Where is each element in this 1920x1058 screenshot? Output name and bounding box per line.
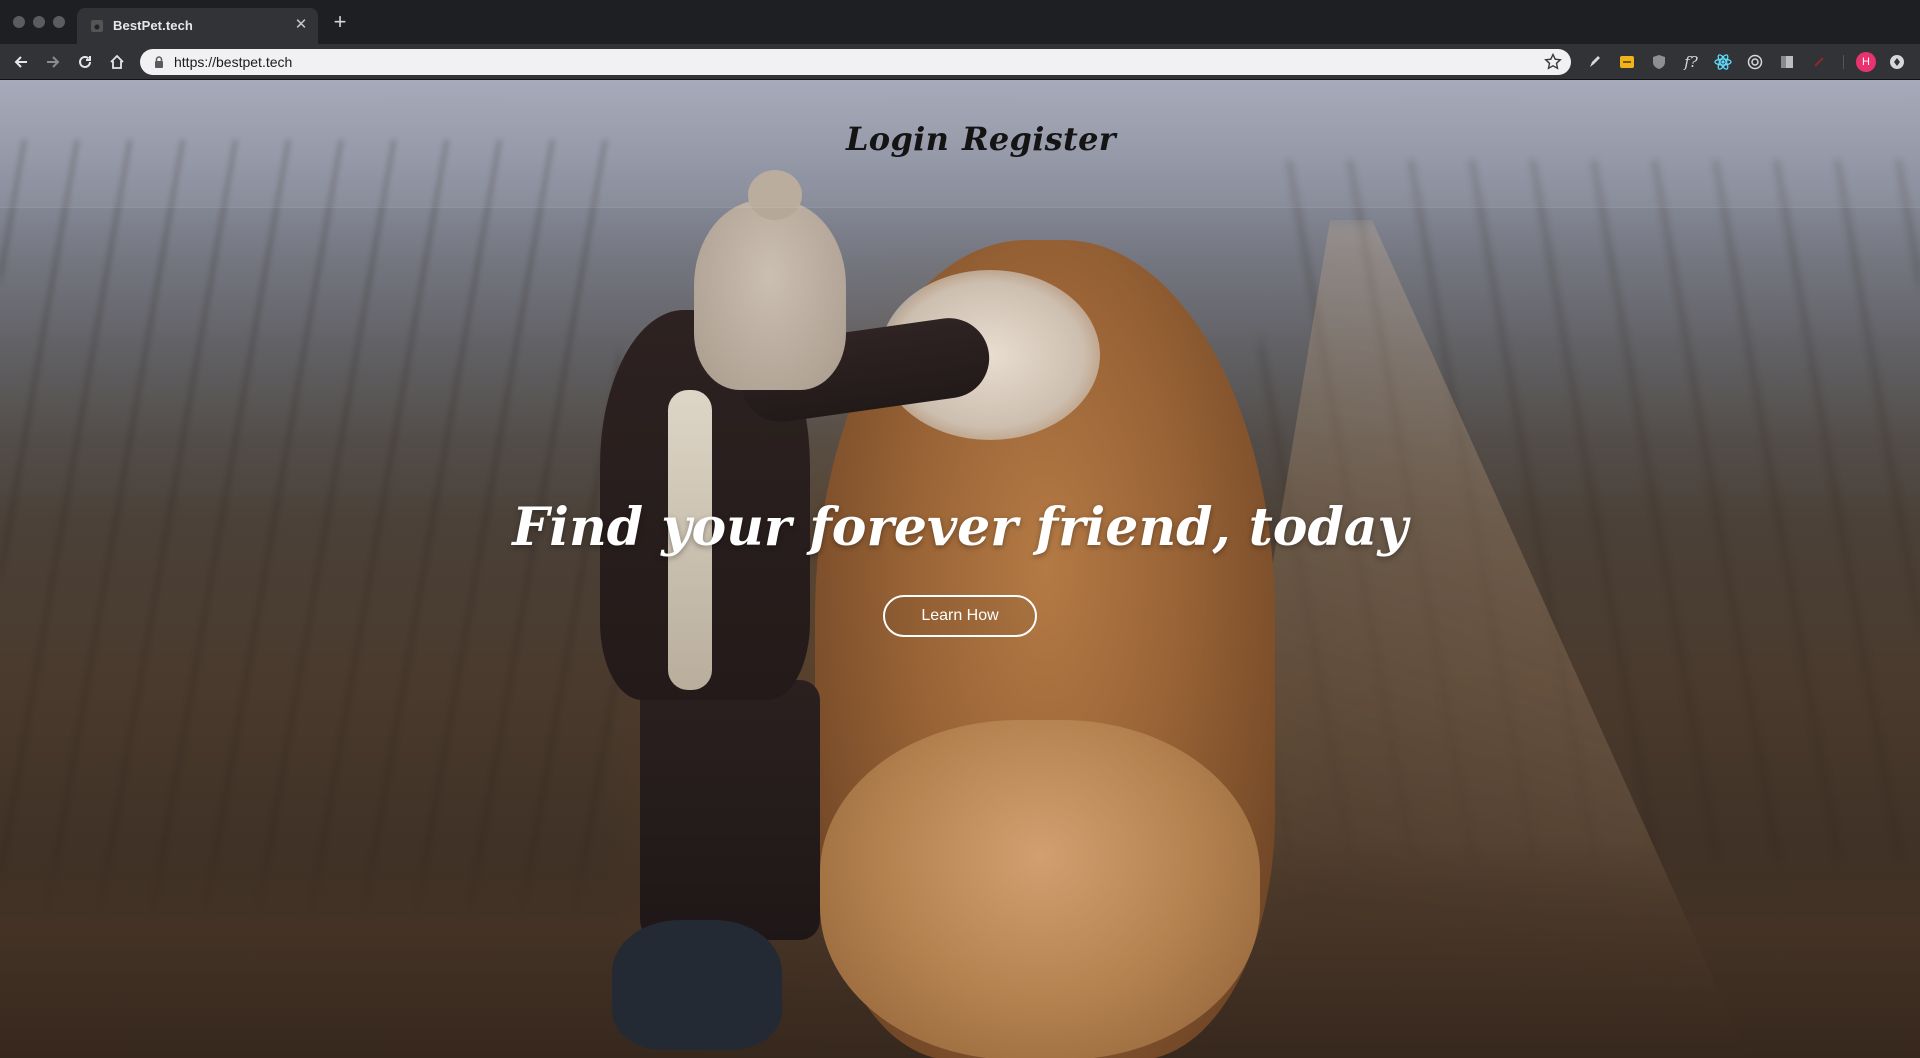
close-tab-icon[interactable]: ✕	[292, 16, 310, 34]
lock-icon	[155, 56, 163, 68]
new-tab-button[interactable]: +	[330, 11, 350, 33]
red-extension-icon[interactable]	[1810, 53, 1828, 71]
target-extension-icon[interactable]	[1746, 53, 1764, 71]
reload-button[interactable]	[73, 50, 97, 74]
hero-title: Find your forever friend, today	[512, 497, 1408, 558]
login-link[interactable]: Login	[846, 120, 949, 158]
profile-avatar[interactable]: H	[1856, 52, 1876, 72]
toolbar-divider	[1843, 55, 1844, 69]
minimize-window-button[interactable]	[33, 16, 45, 28]
browser-tab[interactable]: BestPet.tech ✕	[77, 8, 318, 44]
close-window-button[interactable]	[13, 16, 25, 28]
pen-extension-icon[interactable]	[1586, 53, 1604, 71]
tab-title: BestPet.tech	[113, 18, 193, 33]
learn-how-button[interactable]: Learn How	[883, 595, 1037, 637]
layout-extension-icon[interactable]	[1778, 53, 1796, 71]
hero-child-boot	[612, 920, 782, 1050]
hero-child-hat	[694, 200, 846, 390]
home-icon	[110, 54, 124, 69]
star-icon[interactable]	[1543, 52, 1563, 72]
note-extension-icon[interactable]	[1618, 53, 1636, 71]
react-devtools-icon[interactable]	[1714, 53, 1732, 71]
arrow-left-icon	[14, 56, 27, 68]
home-button[interactable]	[105, 50, 129, 74]
hero-child-legs	[640, 680, 820, 940]
address-bar[interactable]: https://bestpet.tech	[140, 49, 1571, 75]
extensions-menu-icon[interactable]	[1888, 53, 1906, 71]
paw-icon	[91, 20, 103, 32]
browser-toolbar: https://bestpet.tech f? H	[0, 44, 1920, 80]
maximize-window-button[interactable]	[53, 16, 65, 28]
ublock-extension-icon[interactable]	[1650, 53, 1668, 71]
site-header: Login Register	[0, 80, 1920, 208]
page-viewport: Login Register Find your forever friend,…	[0, 80, 1920, 1058]
browser-tab-bar: BestPet.tech ✕ +	[0, 0, 1920, 44]
register-link[interactable]: Register	[962, 120, 1116, 158]
arrow-right-icon	[47, 56, 60, 68]
function-extension-icon[interactable]: f?	[1682, 53, 1700, 71]
hero-dog-haunch	[820, 720, 1260, 1058]
back-button[interactable]	[9, 50, 33, 74]
reload-icon	[79, 55, 91, 68]
url-text: https://bestpet.tech	[174, 54, 293, 70]
forward-button[interactable]	[41, 50, 65, 74]
